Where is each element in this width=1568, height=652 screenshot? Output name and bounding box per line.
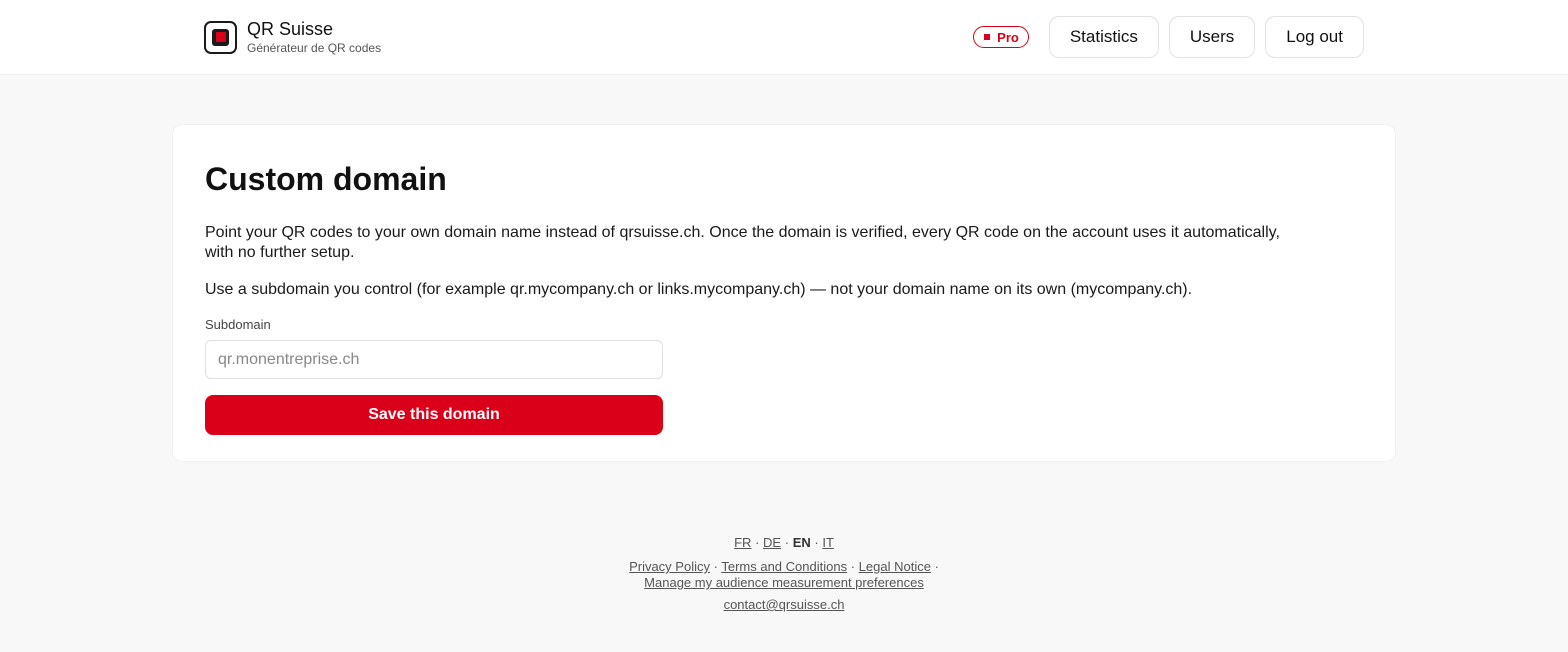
subdomain-hint: Use a subdomain you control (for example… xyxy=(205,281,1193,298)
lang-de-link[interactable]: DE xyxy=(763,535,781,550)
separator: · xyxy=(814,535,819,550)
save-domain-button[interactable]: Save this domain xyxy=(205,395,663,435)
pro-badge-label: Pro xyxy=(997,29,1019,45)
users-button[interactable]: Users xyxy=(1168,16,1256,58)
terms-link[interactable]: Terms and Conditions xyxy=(721,559,847,574)
pro-square-icon xyxy=(984,34,991,40)
top-nav: Pro Statistics Users Log out xyxy=(973,16,1364,58)
separator: · xyxy=(784,535,790,550)
lang-fr-link[interactable]: FR xyxy=(734,535,751,550)
page-title: Custom domain xyxy=(205,161,447,197)
qr-logo-icon xyxy=(204,20,237,54)
custom-domain-card: Custom domain Point your QR codes to you… xyxy=(172,124,1396,462)
contact-email-link[interactable]: contact@qrsuisse.ch xyxy=(724,597,845,612)
separator: · xyxy=(755,535,760,550)
separator: · xyxy=(934,559,939,574)
subdomain-input[interactable] xyxy=(205,340,663,379)
brand-title: QR Suisse xyxy=(247,18,334,39)
footer: FR · DE · EN · IT Privacy Policy · Terms… xyxy=(0,535,1568,613)
top-header: QR Suisse Générateur de QR codes Pro Sta… xyxy=(0,0,1568,75)
audience-preferences-link[interactable]: Manage my audience measurement preferenc… xyxy=(644,575,924,590)
separator: · xyxy=(713,559,718,574)
brand[interactable]: QR Suisse Générateur de QR codes xyxy=(204,18,382,55)
brand-subtitle: Générateur de QR codes xyxy=(247,40,382,55)
subdomain-label: Subdomain xyxy=(205,317,271,332)
logout-button[interactable]: Log out xyxy=(1265,16,1364,58)
language-switcher: FR · DE · EN · IT xyxy=(0,535,1568,551)
lang-en-current: EN xyxy=(792,535,811,550)
intro-paragraph: Point your QR codes to your own domain n… xyxy=(205,224,1280,261)
legal-links: Privacy Policy · Terms and Conditions · … xyxy=(0,559,1568,575)
pro-badge: Pro xyxy=(973,26,1029,48)
lang-it-link[interactable]: IT xyxy=(822,535,834,550)
statistics-button[interactable]: Statistics xyxy=(1048,16,1159,58)
separator: · xyxy=(850,559,856,574)
legal-notice-link[interactable]: Legal Notice xyxy=(859,559,931,574)
privacy-policy-link[interactable]: Privacy Policy xyxy=(629,559,710,574)
